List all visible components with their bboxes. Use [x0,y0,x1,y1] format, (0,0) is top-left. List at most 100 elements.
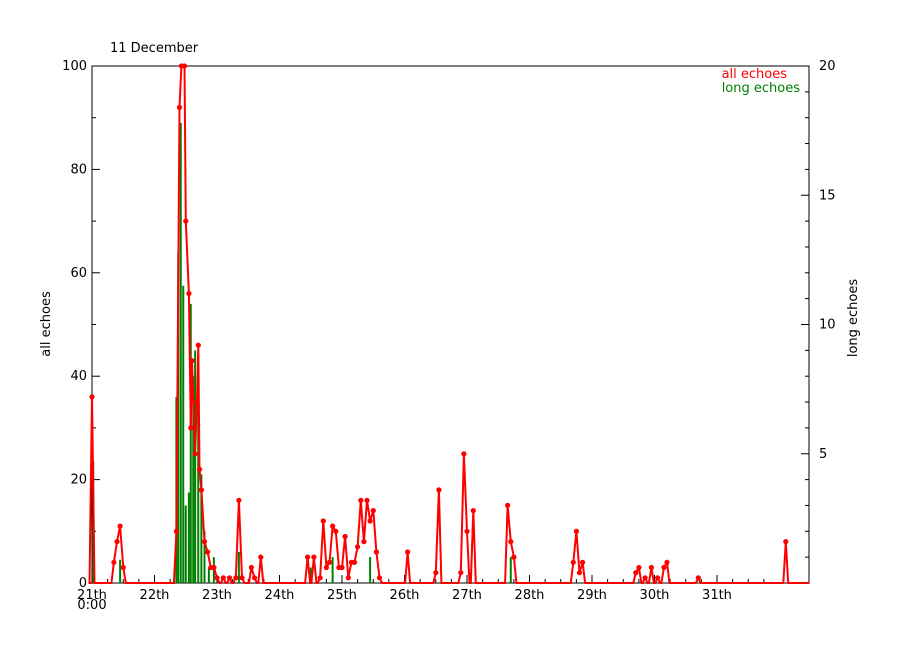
all-echoes-point [358,497,364,503]
all-echoes-point [339,564,345,571]
x-tick-label: 31th [702,588,732,603]
all-echoes-point [570,559,576,565]
all-echoes-point [661,564,667,571]
left-tick-label: 80 [70,162,87,177]
all-echoes-point [201,539,208,545]
all-echoes-point [470,508,476,514]
all-echoes-point [655,575,661,581]
all-echoes-point [664,559,670,565]
right-tick-label: 10 [819,318,836,333]
all-echoes-point [326,559,333,565]
x-origin-label: 0:00 [77,598,106,613]
all-echoes-point [196,466,203,472]
all-echoes-point [573,528,580,534]
all-echoes-point [117,523,123,529]
all-echoes-point [505,502,511,508]
all-echoes-point [342,533,348,540]
all-echoes-point [176,104,183,110]
all-echoes-point [436,487,442,493]
all-echoes-point [233,575,239,581]
all-echoes-point [311,554,317,560]
all-echoes-point [511,554,517,560]
all-echoes-point [461,451,467,457]
legend-all-echoes: all echoes [722,67,788,82]
x-tick-label: 25th [327,588,357,603]
all-echoes-point [458,570,464,576]
all-echoes-point [258,554,264,560]
all-echoes-point [181,63,188,69]
all-echoes-point [695,575,701,581]
all-echoes-point [373,549,379,555]
plot-frame [91,65,810,584]
all-echoes-point [120,564,126,571]
all-echoes-point [333,528,339,534]
all-echoes-point [173,528,179,534]
left-tick-label: 40 [70,369,87,384]
long-echoes-series [92,122,512,583]
x-tick-label: 24th [265,588,295,603]
all-echoes-point [236,497,242,503]
all-echoes-point [320,518,326,524]
left-tick-label: 60 [70,266,87,281]
all-echoes-point [405,549,411,555]
all-echoes-point [364,497,370,503]
x-tick-label: 29th [577,588,607,603]
right-axis: 5 10 15 20 [801,59,836,558]
all-echoes-point [186,290,192,297]
all-echoes-point [367,518,373,524]
all-echoes-point [198,487,204,493]
all-echoes-point [508,539,514,545]
all-echoes-point [433,570,439,576]
all-echoes-point [376,575,383,581]
all-echoes-point [580,559,586,565]
all-echoes-point [783,539,789,545]
all-echoes-point [183,218,189,224]
all-echoes-point [317,575,323,581]
left-axis-label: all echoes [39,291,54,357]
right-tick-label: 15 [819,188,836,203]
all-echoes-point [323,564,329,571]
all-echoes-point [576,570,583,576]
x-tick-label: 22th [140,588,170,603]
all-echoes-point [205,549,211,555]
all-echoes-point [211,564,217,571]
all-echoes-point [239,575,245,581]
all-echoes-point [464,528,470,534]
all-echoes-point [188,425,194,431]
all-echoes-point [214,575,220,581]
all-echoes-point [345,575,351,581]
x-tick-label: 27th [452,588,482,603]
right-tick-label: 5 [819,447,827,462]
all-echoes-point [636,564,642,571]
x-tick-label: 26th [390,588,420,603]
all-echoes-point [305,554,311,560]
all-echoes-point [114,539,120,545]
chart-canvas: 020406080100 5101520 21th 22th 23th 24th 25t… [39,41,861,613]
all-echoes-point [330,523,336,529]
all-echoes-point [642,575,648,581]
all-echoes-point [351,559,358,565]
all-echoes-point [189,358,195,364]
x-tick-label: 23th [202,588,232,603]
all-echoes-point [361,539,367,545]
x-tick-label: 30th [640,588,670,603]
all-echoes-point [226,575,233,581]
all-echoes-point [194,399,200,405]
right-axis-label: long echoes [846,279,861,358]
all-echoes-point [648,564,655,571]
all-echoes-point [633,570,639,576]
all-echoes-point [192,451,198,457]
left-tick-label: 100 [62,59,87,74]
all-echoes-point [251,575,258,581]
all-echoes-point [220,575,226,581]
all-echoes-point [248,564,254,571]
chart-title: 11 December [110,41,199,56]
all-echoes-point [370,508,376,514]
all-echoes-point [89,394,95,400]
left-tick-label: 20 [70,473,87,488]
right-tick-label: 20 [819,59,836,74]
legend-long-echoes: long echoes [722,81,801,96]
all-echoes-point [111,559,117,565]
all-echoes-point [355,544,361,550]
all-echoes-point [195,342,201,348]
